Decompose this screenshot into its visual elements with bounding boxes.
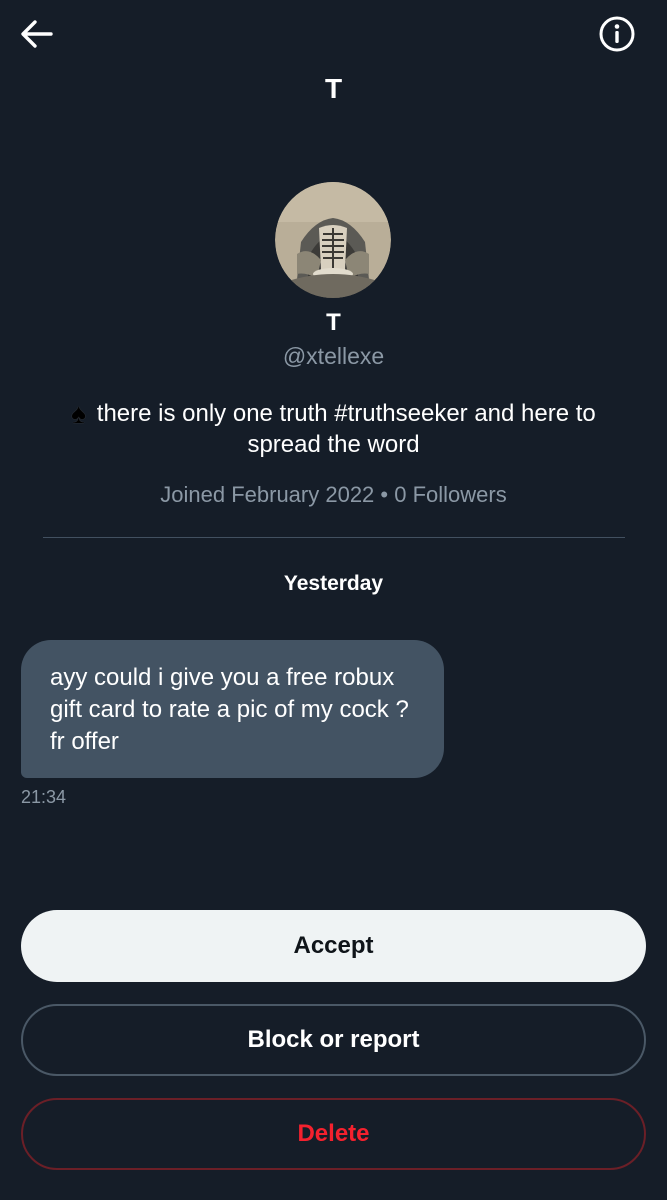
info-circle-icon	[599, 16, 635, 52]
message-timestamp: 21:34	[21, 787, 67, 807]
accept-button[interactable]: Accept	[21, 910, 646, 982]
spade-emoji-icon: ♠	[71, 398, 87, 429]
profile-handle: @xtellexe	[282, 343, 385, 369]
joined-date: Joined February 2022	[160, 482, 375, 507]
message-text: ayy could i give you a free robux gift c…	[50, 664, 409, 755]
delete-button[interactable]: Delete	[21, 1098, 646, 1170]
block-or-report-label: Block or report	[247, 1026, 420, 1053]
bio-text: there is only one truth #truthseeker and…	[96, 400, 596, 458]
date-separator: Yesterday	[283, 572, 384, 595]
delete-button-label: Delete	[297, 1120, 370, 1147]
profile-bio: ♠ there is only one truth #truthseeker a…	[40, 398, 627, 460]
accept-button-label: Accept	[293, 932, 374, 959]
profile-meta: Joined February 2022 • 0 Followers	[0, 480, 667, 510]
profile-name: T	[326, 309, 341, 336]
followers-count[interactable]: 0 Followers	[394, 482, 506, 507]
avatar[interactable]	[275, 182, 391, 298]
info-button[interactable]	[595, 12, 639, 56]
back-button[interactable]	[14, 12, 58, 56]
block-or-report-button[interactable]: Block or report	[21, 1004, 646, 1076]
divider	[43, 537, 625, 538]
meta-separator: •	[380, 482, 389, 507]
arrow-left-icon	[21, 20, 53, 48]
conversation-title: T	[324, 73, 343, 104]
message-bubble[interactable]: ayy could i give you a free robux gift c…	[21, 640, 444, 778]
